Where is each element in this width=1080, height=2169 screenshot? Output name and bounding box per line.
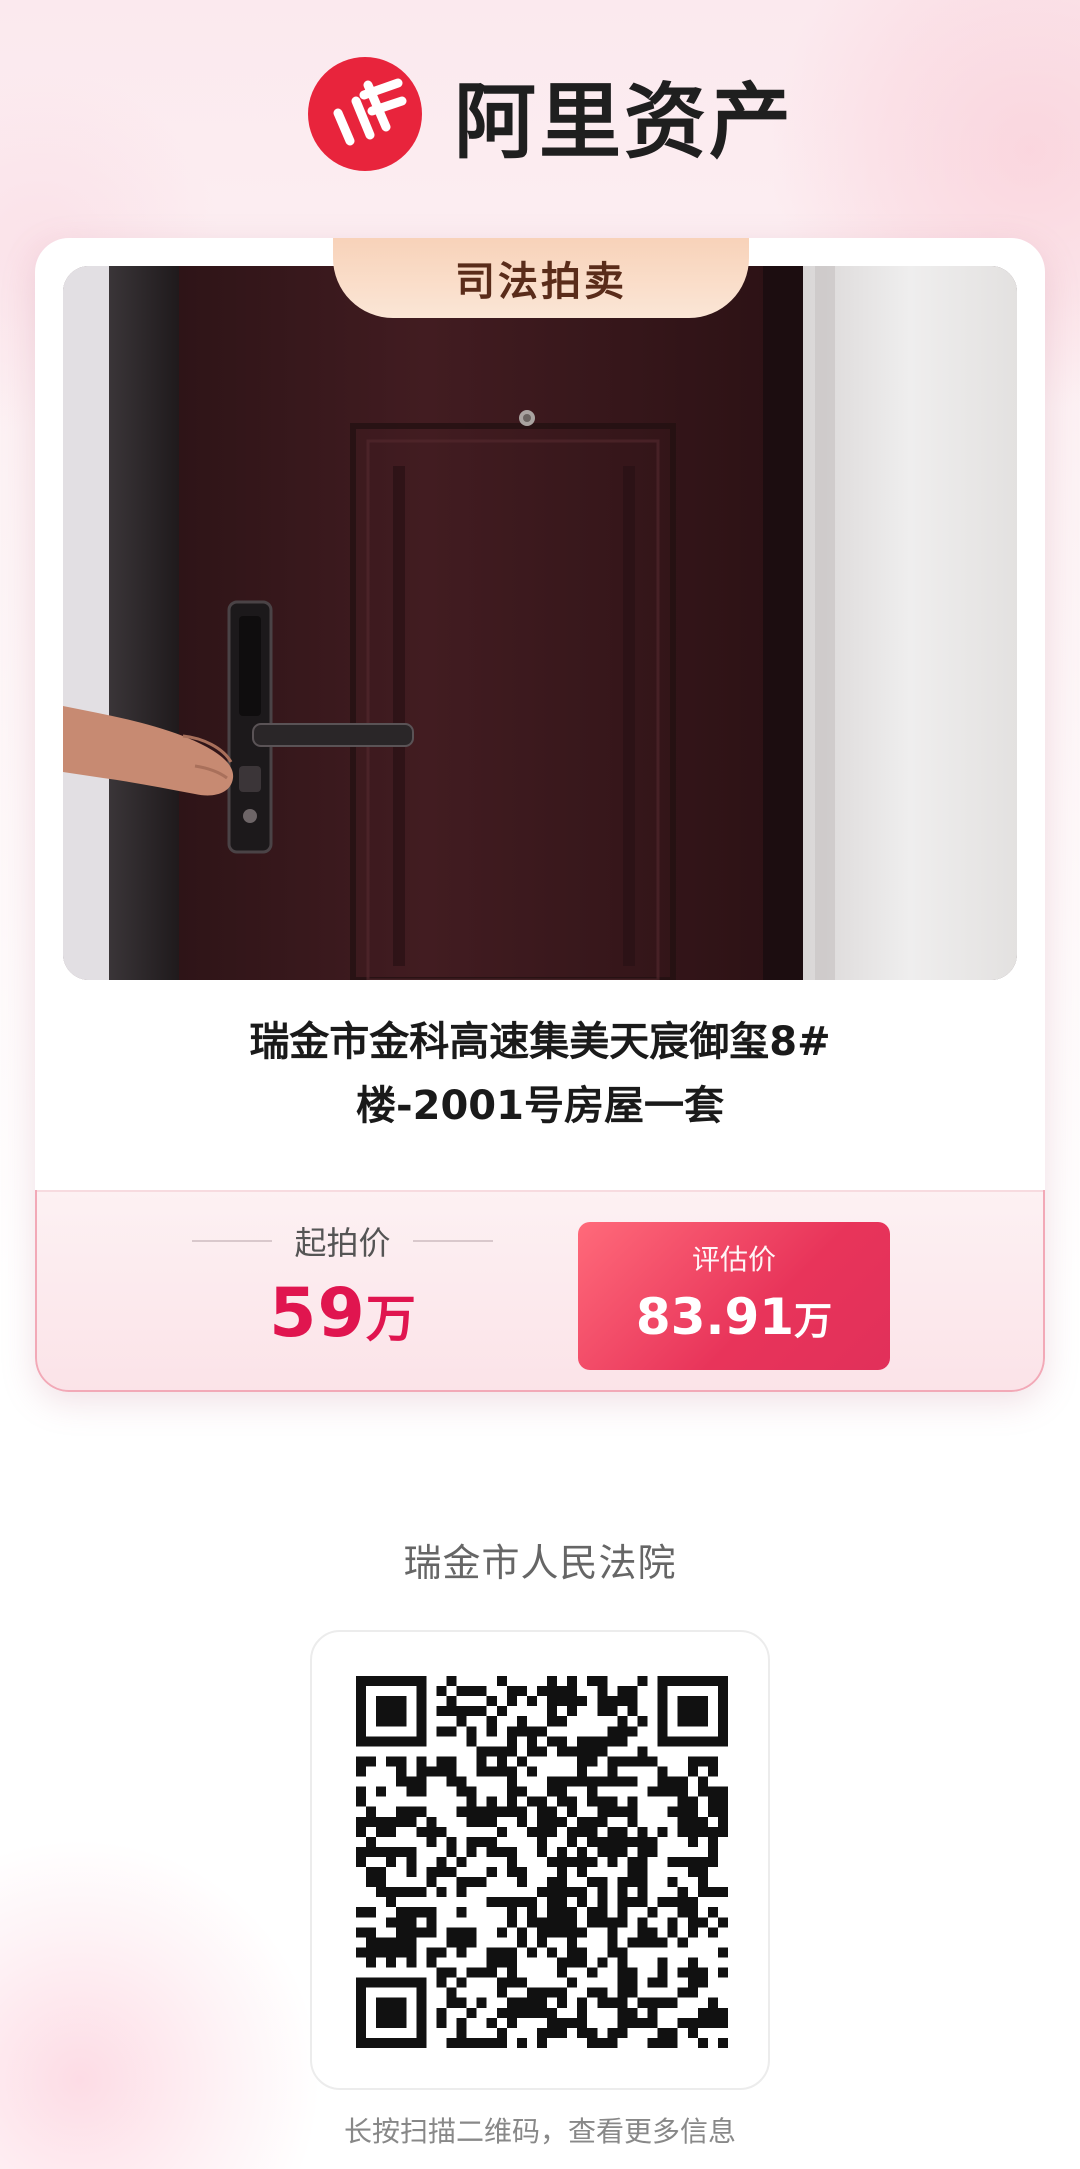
estimate-price-value: 83.91 xyxy=(635,1288,795,1346)
start-price-label: 起拍价 xyxy=(294,1224,391,1262)
court-name: 瑞金市人民法院 xyxy=(403,1541,677,1585)
judicial-auction-tag: 司法拍卖 xyxy=(333,238,749,318)
door-photo xyxy=(63,266,1017,980)
brand-logo: 阿里资产 xyxy=(306,56,794,172)
estimate-price-box: 评估价 83.91万 xyxy=(578,1222,890,1370)
start-price-label-row: 起拍价 xyxy=(190,1218,495,1264)
start-price-value: 59 xyxy=(269,1274,366,1353)
divider-left xyxy=(192,1240,273,1242)
property-title-line1: 瑞金市金科高速集美天宸御玺8# xyxy=(249,1019,831,1065)
start-price: 59万 xyxy=(190,1274,495,1353)
estimate-price-unit: 万 xyxy=(794,1299,833,1343)
property-title-line2: 楼-2001号房屋一套 xyxy=(356,1083,724,1129)
estimate-price: 83.91万 xyxy=(578,1288,890,1346)
start-price-unit: 万 xyxy=(365,1290,416,1348)
property-title: 瑞金市金科高速集美天宸御玺8# 楼-2001号房屋一套 xyxy=(95,1010,985,1138)
qr-code-icon[interactable] xyxy=(356,1676,728,2048)
qr-hint: 长按扫描二维码，查看更多信息 xyxy=(343,2115,736,2148)
brand-name: 阿里资产 xyxy=(454,74,795,170)
qr-card[interactable] xyxy=(310,1630,770,2090)
divider-right xyxy=(412,1240,493,1242)
ali-asset-logo-icon xyxy=(308,57,422,171)
price-section: 起拍价 59万 评估价 83.91万 xyxy=(35,1190,1045,1392)
estimate-price-label: 评估价 xyxy=(691,1243,776,1276)
auction-card[interactable]: 司法拍卖 瑞金市金科高速集美天宸御玺8# 楼-2001号房屋一套 起拍价 59万… xyxy=(35,238,1045,1392)
